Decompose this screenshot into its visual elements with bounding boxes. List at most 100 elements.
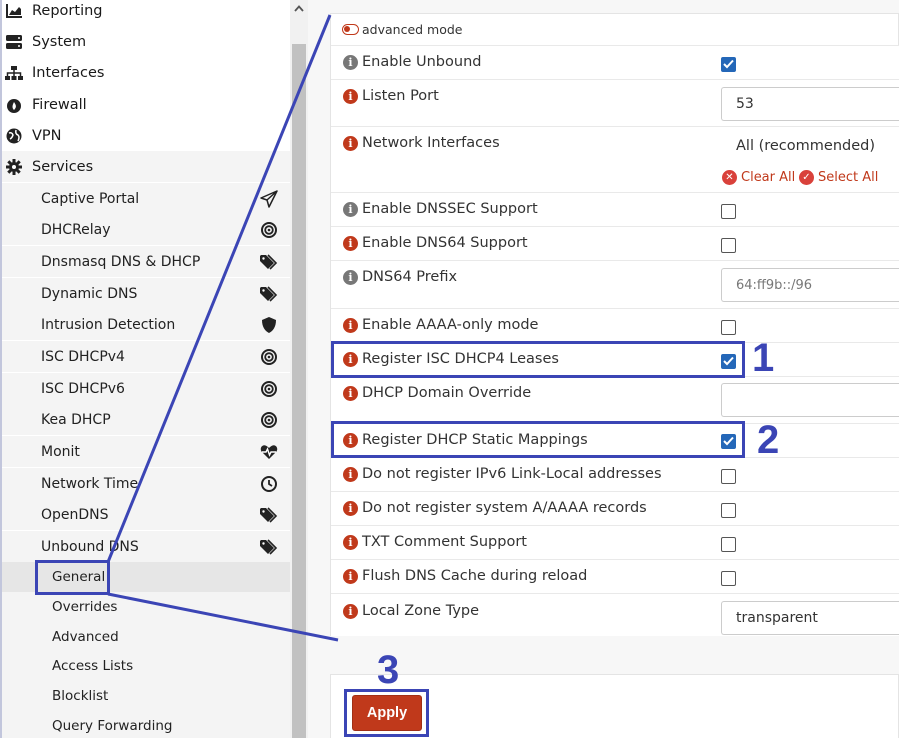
sidebar-scrollbar-thumb[interactable] [292, 44, 306, 738]
flush-dns-checkbox[interactable] [721, 571, 736, 586]
close-icon: ✕ [722, 170, 737, 185]
sidebar-item-kea-dhcp[interactable]: Kea DHCP [2, 404, 292, 435]
annotation-number-3: 3 [377, 648, 400, 692]
sidebar-item-label: Intrusion Detection [41, 316, 176, 333]
sidebar-item-label: Overrides [52, 599, 118, 615]
row-flush-dns: i Flush DNS Cache during reload [331, 559, 899, 593]
cogs-icon [5, 158, 23, 176]
clock-icon [259, 474, 279, 494]
row-dns64-prefix: i DNS64 Prefix 64:ff9b::/96 [331, 260, 899, 308]
sidebar-item-label: Kea DHCP [41, 411, 111, 428]
info-icon[interactable]: i [343, 201, 358, 217]
bullseye-icon [259, 220, 279, 240]
sidebar-item-label: Network Time [41, 475, 139, 492]
sidebar-item-dynamic-dns[interactable]: Dynamic DNS [2, 278, 292, 309]
sidebar-item-unbound-dns[interactable]: Unbound DNS [2, 531, 292, 562]
sidebar-item-network-time[interactable]: Network Time [2, 468, 292, 499]
txt-comment-checkbox[interactable] [721, 537, 736, 552]
nav-system[interactable]: System [2, 26, 292, 57]
nav-interfaces[interactable]: Interfaces [2, 57, 292, 88]
nav-vpn[interactable]: VPN [2, 120, 292, 151]
row-network-interfaces: i Network Interfaces All (recommended) ✕ C… [331, 126, 899, 192]
sidebar-item-label: Dnsmasq DNS & DHCP [41, 253, 201, 270]
bullseye-icon [259, 410, 279, 430]
sidebar-item-label: ISC DHCPv6 [41, 380, 125, 397]
sidebar-item-opendns[interactable]: OpenDNS [2, 499, 292, 530]
info-icon[interactable]: i [343, 269, 358, 285]
local-zone-type-select[interactable]: transparent [721, 601, 899, 635]
info-icon[interactable]: i [343, 88, 358, 104]
nav-reporting[interactable]: Reporting [2, 0, 292, 26]
fire-icon [5, 96, 23, 114]
sidebar-item-label: Captive Portal [41, 190, 140, 207]
field-label: i Network Interfaces [343, 135, 500, 151]
info-icon[interactable]: i [343, 568, 358, 584]
info-icon[interactable]: i [343, 54, 358, 70]
enable-unbound-checkbox[interactable] [721, 57, 736, 72]
nav-firewall[interactable]: Firewall [2, 89, 292, 120]
dns64-prefix-input[interactable]: 64:ff9b::/96 [721, 268, 899, 302]
heartbeat-icon [259, 442, 279, 462]
info-icon[interactable]: i [343, 603, 358, 619]
sidebar-item-blocklist[interactable]: Blocklist [2, 681, 292, 711]
sidebar-item-label: Advanced [52, 629, 119, 645]
annotation-number-2: 2 [757, 418, 780, 462]
sidebar-item-label: ISC DHCPv4 [41, 348, 125, 365]
advanced-mode-toggle[interactable]: advanced mode [342, 22, 463, 37]
field-label: i Enable Unbound [343, 54, 481, 70]
info-icon[interactable]: i [343, 500, 358, 516]
sidebar-item-overrides[interactable]: Overrides [2, 592, 292, 622]
nav-label: System [32, 33, 87, 50]
sidebar-item-monit[interactable]: Monit [2, 436, 292, 467]
info-icon[interactable]: i [343, 235, 358, 251]
field-label: i TXT Comment Support [343, 534, 527, 550]
field-label: i Do not register system A/AAAA records [343, 500, 647, 516]
sidebar-item-intrusion-detection[interactable]: Intrusion Detection [2, 309, 292, 340]
field-label-text: Network Interfaces [362, 135, 500, 151]
nav-label: Services [32, 158, 94, 175]
sidebar-item-isc-dhcpv6[interactable]: ISC DHCPv6 [2, 373, 292, 404]
field-label-text: Do not register IPv6 Link-Local addresse… [362, 466, 662, 482]
clear-all-link[interactable]: ✕ Clear All [722, 170, 795, 185]
info-icon[interactable]: i [343, 534, 358, 550]
field-label-text: DNS64 Prefix [362, 269, 458, 285]
sidebar-item-captive-portal[interactable]: Captive Portal [2, 183, 292, 214]
sidebar-item-label: Dynamic DNS [41, 285, 138, 302]
field-label: i Enable DNS64 Support [343, 235, 528, 251]
info-icon[interactable]: i [343, 135, 358, 151]
sidebar-item-query-forwarding[interactable]: Query Forwarding [2, 711, 292, 738]
dnssec-checkbox[interactable] [721, 204, 736, 219]
chevron-up-icon[interactable] [290, 0, 308, 16]
sidebar-item-access-lists[interactable]: Access Lists [2, 651, 292, 681]
paper-plane-icon [259, 189, 279, 209]
nav-services[interactable]: Services [2, 151, 292, 182]
dhcp-domain-override-input[interactable] [721, 383, 899, 417]
field-label-text: Flush DNS Cache during reload [362, 568, 588, 584]
sidebar-item-dnsmasq[interactable]: Dnsmasq DNS & DHCP [2, 246, 292, 277]
select-all-label: Select All [818, 170, 879, 185]
field-label-text: Enable DNSSEC Support [362, 201, 538, 217]
nav-label: Interfaces [32, 64, 105, 81]
field-label: i Enable DNSSEC Support [343, 201, 538, 217]
field-label: i Enable AAAA-only mode [343, 317, 538, 333]
field-label-text: Listen Port [362, 88, 439, 104]
listen-port-input[interactable]: 53 [721, 87, 899, 121]
row-local-zone-type: i Local Zone Type transparent [331, 593, 899, 636]
aaaa-only-checkbox[interactable] [721, 320, 736, 335]
sidebar-item-isc-dhcpv4[interactable]: ISC DHCPv4 [2, 341, 292, 372]
sidebar-item-dhcrelay[interactable]: DHCRelay [2, 214, 292, 245]
sidebar-item-advanced[interactable]: Advanced [2, 622, 292, 652]
field-label: i DHCP Domain Override [343, 385, 531, 401]
info-icon[interactable]: i [343, 385, 358, 401]
network-interfaces-select[interactable]: All (recommended) [721, 132, 899, 160]
annotation-box-static-mappings [331, 421, 745, 458]
info-icon[interactable]: i [343, 466, 358, 482]
shield-icon [259, 315, 279, 335]
info-icon[interactable]: i [343, 317, 358, 333]
row-aaaa-only: i Enable AAAA-only mode [331, 308, 899, 342]
sidebar-item-label: OpenDNS [41, 506, 109, 523]
system-records-checkbox[interactable] [721, 503, 736, 518]
ipv6-link-local-checkbox[interactable] [721, 469, 736, 484]
dns64-checkbox[interactable] [721, 238, 736, 253]
select-all-link[interactable]: ✓ Select All [799, 170, 878, 185]
